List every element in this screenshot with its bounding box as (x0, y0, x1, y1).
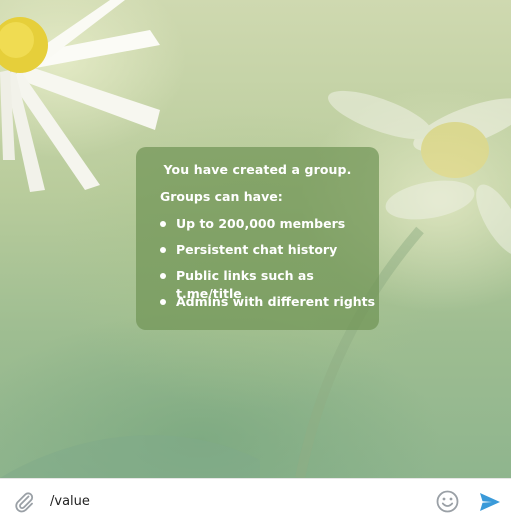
service-message-title: You have created a group. (163, 162, 352, 177)
attach-button[interactable] (12, 490, 36, 514)
list-item: Public links such as t.me/title (160, 267, 379, 301)
bullet-icon (160, 221, 166, 227)
bullet-icon (160, 273, 166, 279)
feature-text: Persistent chat history (176, 242, 338, 257)
list-item: Persistent chat history (160, 241, 379, 267)
message-input[interactable] (48, 488, 422, 514)
chat-background: You have created a group. Groups can hav… (0, 0, 511, 478)
feature-text: Up to 200,000 members (176, 216, 346, 231)
list-item: Admins with different rights (160, 293, 379, 319)
service-message-subtitle: Groups can have: (160, 189, 283, 204)
group-created-service-message: You have created a group. Groups can hav… (136, 147, 379, 330)
bullet-icon (160, 247, 166, 253)
chat-window: You have created a group. Groups can hav… (0, 0, 511, 524)
send-button[interactable] (478, 490, 502, 514)
group-features-list: Up to 200,000 members Persistent chat hi… (136, 215, 379, 319)
emoji-button[interactable] (435, 489, 460, 514)
list-item: Up to 200,000 members (160, 215, 379, 241)
message-composer (0, 478, 511, 524)
send-arrow-icon (480, 493, 500, 511)
feature-text: Admins with different rights (176, 294, 376, 309)
smiley-icon (436, 490, 459, 513)
bullet-icon (160, 299, 166, 305)
paperclip-icon (15, 492, 34, 513)
